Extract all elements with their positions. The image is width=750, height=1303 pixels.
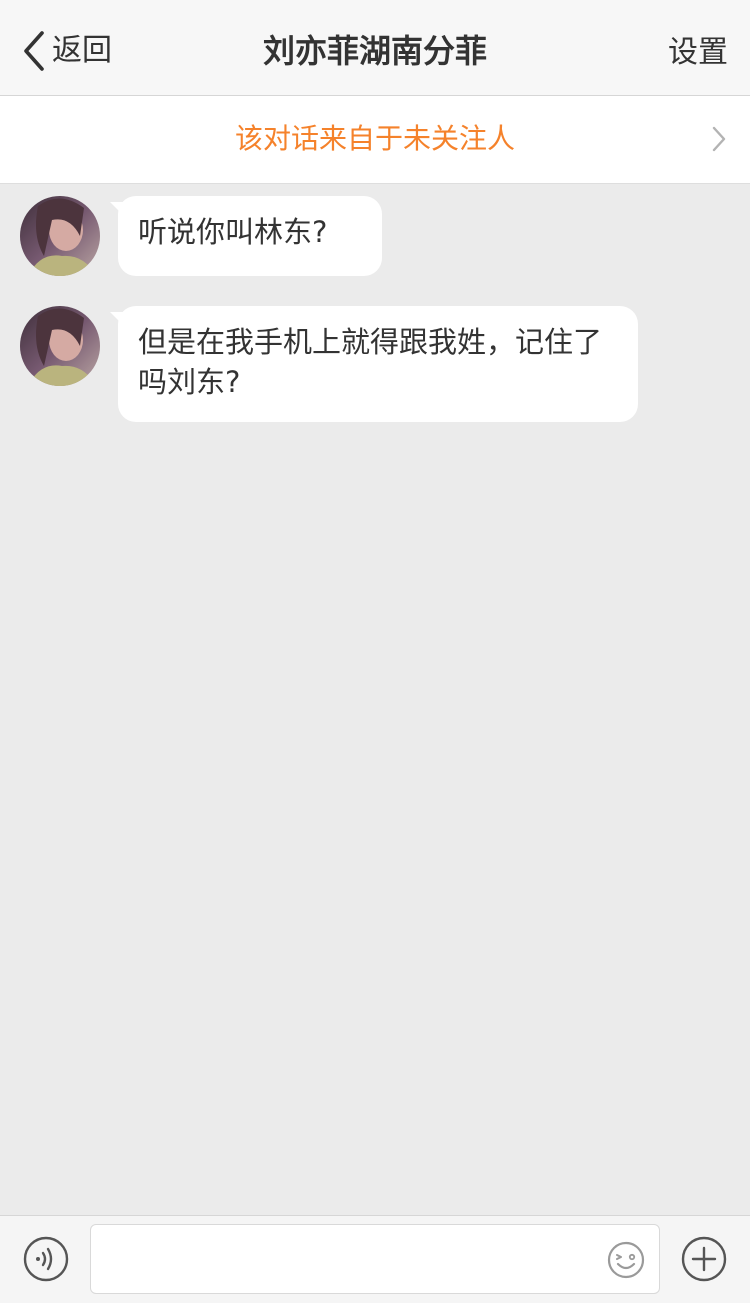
unfollowed-notice-banner[interactable]: 该对话来自于未关注人 — [0, 96, 750, 184]
message-text: 听说你叫林东? — [138, 215, 328, 249]
message-input[interactable] — [103, 1235, 597, 1285]
settings-button[interactable]: 设置 — [668, 33, 728, 73]
back-button[interactable]: 返回 — [22, 31, 112, 71]
avatar[interactable] — [20, 306, 100, 386]
message-row: 听说你叫林东? — [20, 196, 382, 276]
emoji-icon — [607, 1241, 645, 1283]
more-options-button[interactable] — [681, 1236, 727, 1282]
avatar[interactable] — [20, 196, 100, 276]
back-label: 返回 — [52, 33, 112, 68]
chevron-right-icon — [712, 126, 726, 156]
message-bubble[interactable]: 听说你叫林东? — [110, 196, 382, 276]
navigation-bar: 返回 刘亦菲湖南分菲 设置 — [0, 0, 750, 96]
message-text: 但是在我手机上就得跟我姓，记住了吗刘东? — [138, 325, 603, 399]
page-title: 刘亦菲湖南分菲 — [262, 32, 487, 70]
message-row: 但是在我手机上就得跟我姓，记住了吗刘东? — [20, 306, 638, 422]
chevron-left-icon — [22, 31, 46, 71]
voice-button[interactable] — [23, 1236, 69, 1282]
emoji-button[interactable] — [607, 1241, 645, 1279]
banner-text: 该对话来自于未关注人 — [234, 122, 515, 155]
input-bar — [0, 1215, 750, 1303]
plus-circle-icon — [681, 1236, 727, 1286]
message-input-field[interactable] — [90, 1224, 660, 1294]
voice-icon — [23, 1236, 69, 1286]
message-bubble[interactable]: 但是在我手机上就得跟我姓，记住了吗刘东? — [110, 306, 638, 422]
